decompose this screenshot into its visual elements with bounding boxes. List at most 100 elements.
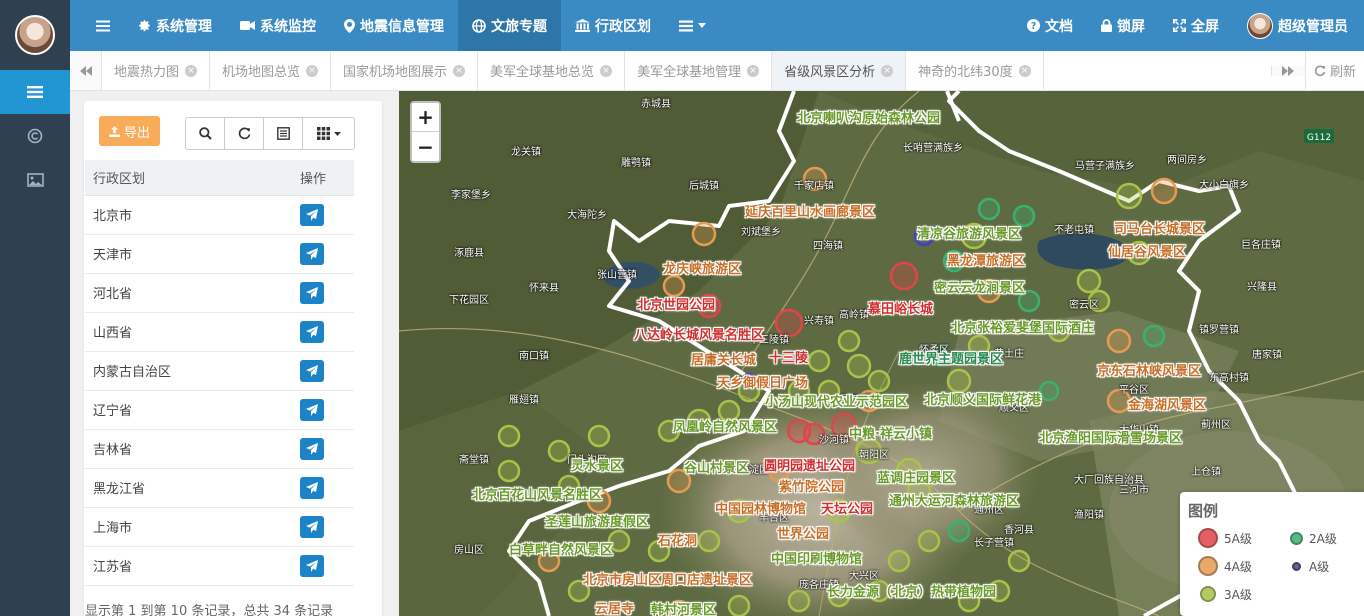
scenic-spot-marker[interactable] [837,329,861,353]
tab-close-icon[interactable]: × [881,64,894,77]
tab-close-icon[interactable]: × [600,64,613,77]
tab-close-icon[interactable]: × [747,64,760,77]
scenic-spot-label[interactable]: 通州大运河森林旅游区 [889,490,1019,509]
scenic-spot-label[interactable]: 司马台长城景区 [1114,218,1205,237]
toggle-view-button[interactable] [264,118,303,149]
scenic-spot-label[interactable]: 八达岭长城风景名胜区 [634,324,764,343]
scenic-spot-label[interactable]: 中国印刷博物馆 [771,548,862,567]
scenic-spot-label[interactable]: 金海湖风景区 [1128,394,1206,413]
nav-system-monitor[interactable]: 系统监控 [226,0,330,51]
tab-1[interactable]: 机场地图总览 × [210,51,332,90]
locate-region-button[interactable] [300,281,324,304]
scenic-spot-label[interactable]: 鹿世界主题园景区 [899,348,1003,367]
locate-region-button[interactable] [300,359,324,382]
lock-screen-button[interactable]: 锁屏 [1087,0,1159,51]
scenic-spot-label[interactable]: 小汤山现代农业示范园区 [765,391,908,410]
locate-region-button[interactable] [300,320,324,343]
scenic-spot-marker[interactable] [786,418,812,444]
columns-dropdown-button[interactable] [303,118,354,149]
scenic-spot-label[interactable]: 十三陵 [769,347,808,366]
scenic-spot-label[interactable]: 灵水景区 [571,455,623,474]
nav-admin-division[interactable]: 行政区划 [561,0,665,51]
scenic-spot-label[interactable]: 圣莲山旅游度假区 [545,511,649,530]
locate-region-button[interactable] [300,242,324,265]
scenic-spot-label[interactable]: 石花洞 [658,530,697,549]
scenic-spot-marker[interactable] [846,353,872,379]
docs-link[interactable]: ? 文档 [1013,0,1087,51]
scenic-spot-label[interactable]: 龙庆峡旅游区 [663,258,741,277]
scenic-spot-label[interactable]: 北京世园公园 [637,294,715,313]
scenic-spot-marker[interactable] [867,369,891,393]
scenic-spot-label[interactable]: 世界公园 [777,523,829,542]
scenic-spot-label[interactable]: 北京张裕爱斐堡国际酒庄 [951,317,1094,336]
tab-3[interactable]: 美军全球基地总览 × [478,51,626,90]
scenic-spot-marker[interactable] [807,349,831,373]
zoom-in-button[interactable]: + [412,103,439,132]
column-header-region[interactable]: 行政区划 [85,160,300,196]
scenic-spot-label[interactable]: 中国园林博物馆 [715,498,806,517]
scenic-spot-label[interactable]: 密云云龙涧景区 [934,277,1025,296]
scenic-spot-marker[interactable] [787,589,811,613]
scenic-spot-label[interactable]: 蓝调庄园景区 [877,467,955,486]
search-button[interactable] [186,118,225,149]
user-menu[interactable]: 超级管理员 [1233,0,1364,51]
scenic-spot-label[interactable]: 北京渔阳国际滑雪场景区 [1039,427,1182,446]
tab-2[interactable]: 国家机场地图展示 × [331,51,479,90]
scenic-spot-marker[interactable] [497,424,521,448]
scenic-spot-marker[interactable] [587,424,611,448]
scenic-spot-label[interactable]: 谷山村景区 [684,457,749,476]
scenic-spot-marker[interactable] [697,529,721,553]
scenic-spot-marker[interactable] [497,459,521,483]
scenic-spot-label[interactable]: 居庸关长城 [691,349,756,368]
nav-earthquake-info[interactable]: 地震信息管理 [330,0,458,51]
sidebar-item-copyright[interactable] [0,114,70,158]
locate-region-button[interactable] [300,398,324,421]
scenic-spot-label[interactable]: 黑龙潭旅游区 [947,250,1025,269]
locate-region-button[interactable] [300,515,324,538]
scenic-spot-label[interactable]: 延庆百里山水画廊景区 [745,201,875,220]
tabs-scroll-right-button[interactable] [1270,65,1305,76]
scenic-spot-marker[interactable] [1007,549,1031,573]
map-view[interactable]: G112 赤城县 龙关镇 李家堡乡 大海陀乡 怀来县 张山营镇 涿鹿县 下花园区 雕鹗镇 后城镇 千… [399,91,1364,616]
scenic-spot-marker[interactable] [1076,268,1102,294]
scenic-spot-marker[interactable] [727,594,751,616]
scenic-spot-label[interactable]: 北京喇叭沟原始森林公园 [797,107,940,126]
nav-system-manage[interactable]: 系统管理 [124,0,226,51]
tab-close-icon[interactable]: × [453,64,466,77]
refresh-table-button[interactable] [225,118,264,149]
scenic-spot-label[interactable]: 天坛公园 [821,498,873,517]
scenic-spot-label[interactable]: 韩村河景区 [651,599,716,616]
scenic-spot-label[interactable]: 北京市房山区周口店遗址景区 [583,569,752,588]
scenic-spot-label[interactable]: 凤凰岭自然风景区 [673,416,777,435]
zoom-out-button[interactable]: − [412,132,439,161]
scenic-spot-marker[interactable] [977,197,1001,221]
scenic-spot-label[interactable]: 天乡御假日广场 [717,372,808,391]
locate-region-button[interactable] [300,476,324,499]
scenic-spot-marker[interactable] [887,549,911,573]
tab-close-icon[interactable]: × [185,64,198,77]
tabs-scroll-left-button[interactable] [70,51,102,90]
tab-close-icon[interactable]: × [1018,64,1031,77]
scenic-spot-marker[interactable] [947,519,971,543]
sidebar-item-image[interactable] [0,158,70,202]
scenic-spot-marker[interactable] [691,221,717,247]
scenic-spot-marker[interactable] [889,261,919,291]
tab-4[interactable]: 美军全球基地管理 × [625,51,773,90]
scenic-spot-label[interactable]: 紫竹院公园 [779,476,844,495]
scenic-spot-label[interactable]: 长力金源（北京）热带植物园 [827,581,996,600]
export-button[interactable]: 导出 [99,116,160,146]
scenic-spot-label[interactable]: 京东石林峡风景区 [1097,360,1201,379]
scenic-spot-marker[interactable] [917,529,941,553]
scenic-spot-label[interactable]: 北京顺义国际鲜花港 [924,389,1041,408]
scenic-spot-marker[interactable] [547,439,571,463]
scenic-spot-label[interactable]: 白草畔自然风景区 [509,539,613,558]
scenic-spot-marker[interactable] [1115,182,1143,210]
scenic-spot-label[interactable]: 慕田峪长城 [868,298,933,317]
scenic-spot-marker[interactable] [662,274,686,298]
scenic-spot-label[interactable]: 仙居谷风景区 [1108,241,1186,260]
locate-region-button[interactable] [300,554,324,577]
menu-toggle-button[interactable] [70,0,124,51]
scenic-spot-label[interactable]: 圆明园遗址公园 [764,455,855,474]
tab-0[interactable]: 地震热力图 × [102,51,211,90]
scenic-spot-marker[interactable] [1150,177,1178,205]
